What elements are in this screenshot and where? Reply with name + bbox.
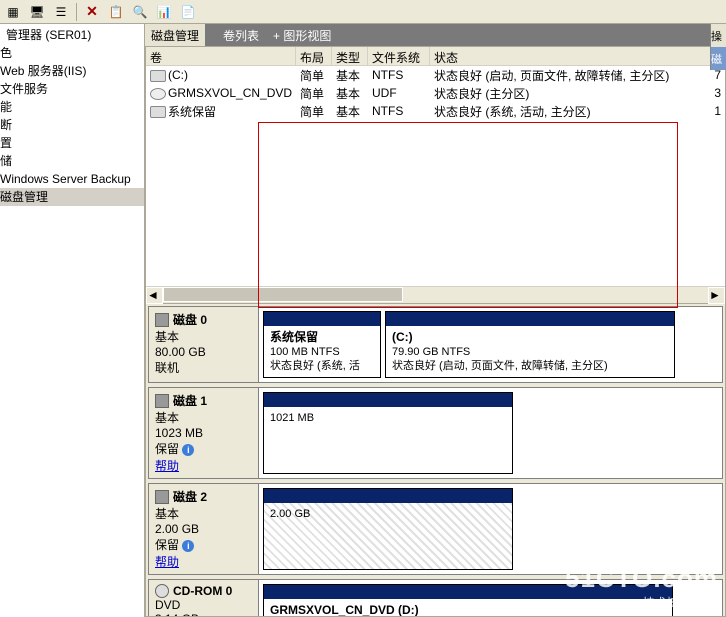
disk-icon [155,490,169,504]
dvd-icon [150,88,166,100]
col-layout[interactable]: 布局 [296,47,332,65]
volume-row[interactable]: GRMSXVOL_CN_DVD (D:)简单基本UDF状态良好 (主分区)3 [146,84,725,102]
help-link[interactable]: 帮助 [155,459,179,473]
tree-item[interactable]: Web 服务器(IIS) [0,62,144,80]
tree-item[interactable]: 储 [0,152,144,170]
disk-row[interactable]: 磁盘 2基本2.00 GB保留 i帮助2.00 GB [148,483,723,575]
scrollbar-horizontal[interactable]: ◄ ► [146,286,725,303]
disk-label: 磁盘 1基本1023 MB保留 i帮助 [149,388,259,478]
drive-icon [150,106,166,118]
disk-row[interactable]: CD-ROM 0DVD3.14 GBGRMSXVOL_CN_DVD (D:)3.… [148,579,723,617]
volume-list: 卷 布局 类型 文件系统 状态 (C:)简单基本NTFS状态良好 (启动, 页面… [145,46,726,304]
toolbar: ▦ 🖥 ☰ ✕ 📋 🔍 📊 📄 [0,0,726,24]
col-filesystem[interactable]: 文件系统 [368,47,430,65]
partition-header [264,585,672,599]
partition[interactable]: (C:)79.90 GB NTFS状态良好 (启动, 页面文件, 故障转储, 主… [385,311,675,378]
partition[interactable]: GRMSXVOL_CN_DVD (D:)3.14 GB UDF [263,584,673,617]
toolbar-separator [76,3,77,21]
disk-icon [155,313,169,327]
partition[interactable]: 2.00 GB [263,488,513,570]
tb-refresh-icon[interactable]: 🔍 [129,1,151,23]
col-status[interactable]: 状态 [430,47,725,65]
info-icon: i [182,444,194,456]
scroll-left-arrow[interactable]: ◄ [146,287,163,304]
tree-item[interactable]: Windows Server Backup [0,170,144,188]
disk-partitions: GRMSXVOL_CN_DVD (D:)3.14 GB UDF [259,580,722,617]
col-type[interactable]: 类型 [332,47,368,65]
tree-item[interactable]: 磁盘管理 [0,188,144,206]
partition-header [386,312,674,326]
tb-grid-icon[interactable]: ▦ [2,1,24,23]
scroll-right-arrow[interactable]: ► [708,287,725,304]
volume-row[interactable]: (C:)简单基本NTFS状态良好 (启动, 页面文件, 故障转储, 主分区)7 [146,66,725,84]
tree-item[interactable]: 断 [0,116,144,134]
partition-header [264,489,512,503]
disk-label: CD-ROM 0DVD3.14 GB [149,580,259,617]
disk-graph-view: 磁盘 0基本80.00 GB联机系统保留100 MB NTFS状态良好 (系统,… [145,304,726,617]
disk-row[interactable]: 磁盘 1基本1023 MB保留 i帮助1021 MB [148,387,723,479]
disk-icon [155,394,169,408]
action-sub[interactable]: 磁 [710,47,726,70]
partition-header [264,312,380,326]
disk-label: 磁盘 2基本2.00 GB保留 i帮助 [149,484,259,574]
tb-wizard-icon[interactable]: 📊 [153,1,175,23]
tb-tree-icon[interactable]: ☰ [50,1,72,23]
tree-item[interactable]: 置 [0,134,144,152]
nav-tree[interactable]: 管理器 (SER01) 色Web 服务器(IIS)文件服务能断置储Windows… [0,24,145,617]
cdrom-icon [155,584,169,598]
tb-calendar-icon[interactable]: 📋 [105,1,127,23]
help-link[interactable]: 帮助 [155,555,179,569]
tb-close-icon[interactable]: ✕ [81,1,103,23]
tree-item[interactable]: 能 [0,98,144,116]
disk-label: 磁盘 0基本80.00 GB联机 [149,307,259,382]
scroll-thumb[interactable] [163,287,403,302]
partition[interactable]: 系统保留100 MB NTFS状态良好 (系统, 活 [263,311,381,378]
tree-root[interactable]: 管理器 (SER01) [0,26,144,44]
action-tab[interactable]: 操 [710,24,726,47]
title-bar: 磁盘管理 卷列表 + 图形视图 [145,24,726,46]
disk-partitions: 2.00 GB [259,484,722,574]
drive-icon [150,70,166,82]
volume-header: 卷 布局 类型 文件系统 状态 [146,47,725,66]
tb-server-icon[interactable]: 🖥 [26,1,48,23]
title-sub1: 卷列表 [223,27,259,44]
tree-item[interactable]: 色 [0,44,144,62]
title-sub2: + 图形视图 [273,27,331,44]
volume-row[interactable]: 系统保留简单基本NTFS状态良好 (系统, 活动, 主分区)1 [146,102,725,120]
partition[interactable]: 1021 MB [263,392,513,474]
partition-header [264,393,512,407]
col-volume[interactable]: 卷 [146,47,296,65]
tb-preview-icon[interactable]: 📄 [177,1,199,23]
disk-partitions: 系统保留100 MB NTFS状态良好 (系统, 活(C:)79.90 GB N… [259,307,722,382]
disk-partitions: 1021 MB [259,388,722,478]
tree-item[interactable]: 文件服务 [0,80,144,98]
disk-row[interactable]: 磁盘 0基本80.00 GB联机系统保留100 MB NTFS状态良好 (系统,… [148,306,723,383]
title-main: 磁盘管理 [145,24,205,46]
info-icon: i [182,540,194,552]
